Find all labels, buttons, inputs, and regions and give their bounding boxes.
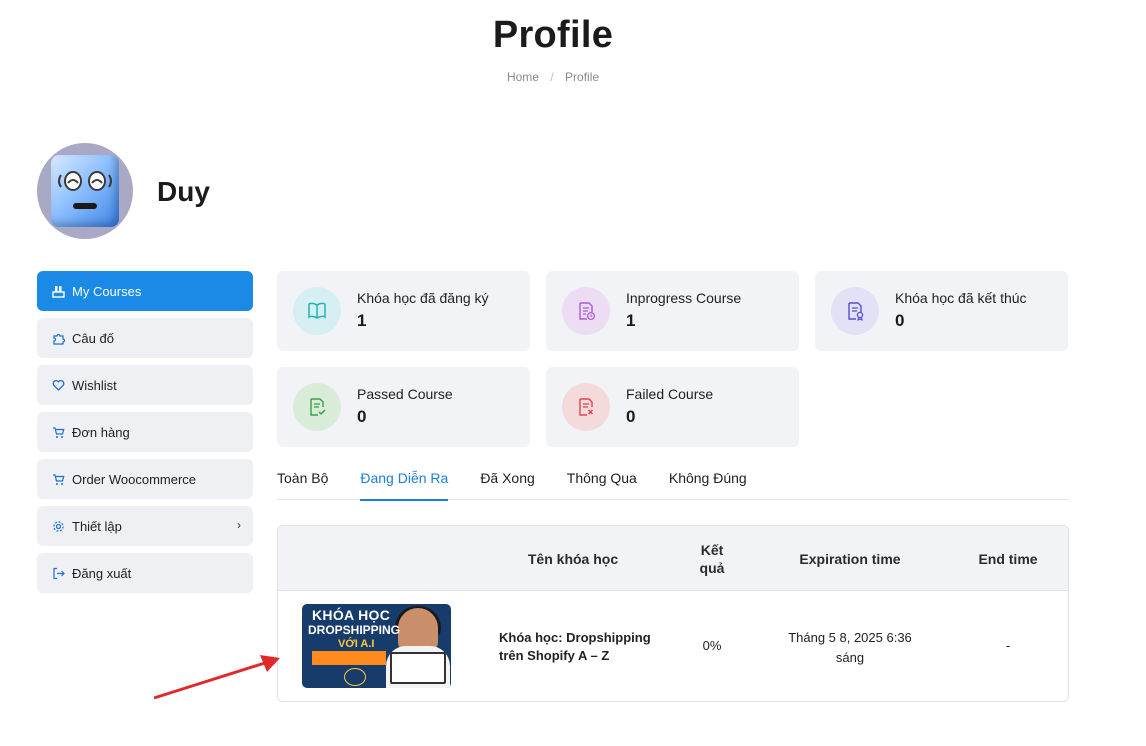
ai-badge-icon (344, 668, 366, 686)
header-expiration-time: Expiration time (799, 551, 901, 567)
courses-icon (51, 284, 65, 298)
sidebar-item-label: Đơn hàng (72, 424, 130, 440)
stat-value: 0 (895, 311, 905, 330)
stat-card-passed: Passed Course 0 (277, 367, 530, 447)
sidebar-item-order-woocommerce[interactable]: Order Woocommerce (37, 459, 253, 499)
username: Duy (157, 176, 210, 207)
stat-value: 1 (626, 311, 636, 330)
stat-card-inprogress: Inprogress Course 1 (546, 271, 799, 351)
chevron-right-icon: › (237, 518, 241, 532)
header-result-line2: quả (699, 560, 725, 576)
header-course-name: Tên khóa học (527, 551, 619, 567)
avatar (37, 143, 133, 239)
table-header: Tên khóa học Kết quả Expiration time End… (278, 526, 1068, 591)
stat-label: Passed Course (357, 386, 453, 402)
sidebar-item-label: Wishlist (72, 377, 117, 393)
book-icon (293, 287, 341, 335)
thumbnail-banner (312, 651, 386, 665)
puzzle-icon (51, 331, 65, 345)
heart-icon (51, 378, 65, 392)
course-thumbnail[interactable]: KHÓA HỌC DROPSHIPPING VỚI A.I (302, 604, 451, 688)
stat-label: Failed Course (626, 386, 714, 402)
tab-all[interactable]: Toàn Bộ (277, 470, 328, 500)
page-title: Profile (492, 14, 614, 56)
sidebar-item-label: Thiết lập (72, 518, 122, 534)
expiration-line2: sáng (835, 650, 865, 665)
stat-value: 1 (357, 311, 367, 330)
thumbnail-title-line1: KHÓA HỌC (312, 607, 391, 623)
sidebar-item-orders[interactable]: Đơn hàng (37, 412, 253, 452)
fail-doc-icon (562, 383, 610, 431)
sidebar-item-label: My Courses (72, 283, 142, 299)
table-row: KHÓA HỌC DROPSHIPPING VỚI A.I Khóa học: … (278, 591, 1068, 701)
sidebar-item-logout[interactable]: Đăng xuất (37, 553, 253, 593)
check-doc-icon (293, 383, 341, 431)
course-end-time: - (1005, 638, 1011, 653)
sidebar-item-label: Đăng xuất (72, 565, 132, 581)
header-result-line1: Kết (700, 542, 724, 558)
breadcrumb-home-link[interactable]: Home (507, 70, 539, 84)
tab-failed[interactable]: Không Đúng (669, 470, 747, 500)
course-name-line2: trên Shopify A – Z (499, 648, 610, 663)
sidebar-item-label: Câu đố (72, 330, 114, 346)
stat-label: Khóa học đã kết thúc (895, 290, 1027, 306)
sidebar: My Courses Câu đố Wishlist Đơn hàng Orde… (37, 271, 253, 600)
breadcrumb-separator: / (550, 70, 554, 84)
course-expiration-time: Tháng 5 8, 2025 6:36 sáng (770, 628, 930, 668)
stat-card-failed: Failed Course 0 (546, 367, 799, 447)
expiration-line1: Tháng 5 8, 2025 6:36 (788, 630, 912, 645)
sidebar-item-label: Order Woocommerce (72, 471, 197, 487)
stat-value: 0 (357, 407, 367, 426)
stat-label: Inprogress Course (626, 290, 742, 306)
sidebar-item-wishlist[interactable]: Wishlist (37, 365, 253, 405)
thumbnail-title-line3: VỚI A.I (338, 638, 375, 650)
sidebar-item-my-courses[interactable]: My Courses (37, 271, 253, 311)
course-name-line1: Khóa học: Dropshipping (499, 630, 651, 645)
course-result: 0% (702, 638, 722, 653)
annotation-arrow-icon (153, 655, 280, 700)
stat-label: Khóa học đã đăng ký (357, 290, 489, 306)
tab-finished[interactable]: Đã Xong (480, 470, 534, 500)
header-result: Kết quả (682, 541, 742, 577)
sidebar-item-settings[interactable]: Thiết lập › (37, 506, 253, 546)
course-name-link[interactable]: Khóa học: Dropshipping trên Shopify A – … (499, 629, 651, 665)
course-filter-tabs: Toàn Bộ Đang Diễn Ra Đã Xong Thông Qua K… (277, 470, 1069, 501)
gear-icon (51, 519, 65, 533)
stat-card-enrolled: Khóa học đã đăng ký 1 (277, 271, 530, 351)
laptop-icon (390, 652, 446, 684)
tab-in-progress[interactable]: Đang Diễn Ra (360, 470, 448, 501)
header-end-time: End time (978, 551, 1038, 567)
cart-icon (51, 425, 65, 439)
logout-icon (51, 566, 65, 580)
thumbnail-title-line2: DROPSHIPPING (308, 623, 401, 637)
certificate-doc-icon (831, 287, 879, 335)
breadcrumb: Home / Profile (0, 70, 1106, 84)
tab-passed[interactable]: Thông Qua (567, 470, 637, 500)
stat-card-finished: Khóa học đã kết thúc 0 (815, 271, 1068, 351)
avatar-face-icon (51, 155, 119, 227)
stat-value: 0 (626, 407, 636, 426)
course-table: Tên khóa học Kết quả Expiration time End… (277, 525, 1069, 702)
progress-doc-icon (562, 287, 610, 335)
breadcrumb-current: Profile (565, 70, 600, 84)
cart-icon (51, 472, 65, 486)
sidebar-item-quiz[interactable]: Câu đố (37, 318, 253, 358)
